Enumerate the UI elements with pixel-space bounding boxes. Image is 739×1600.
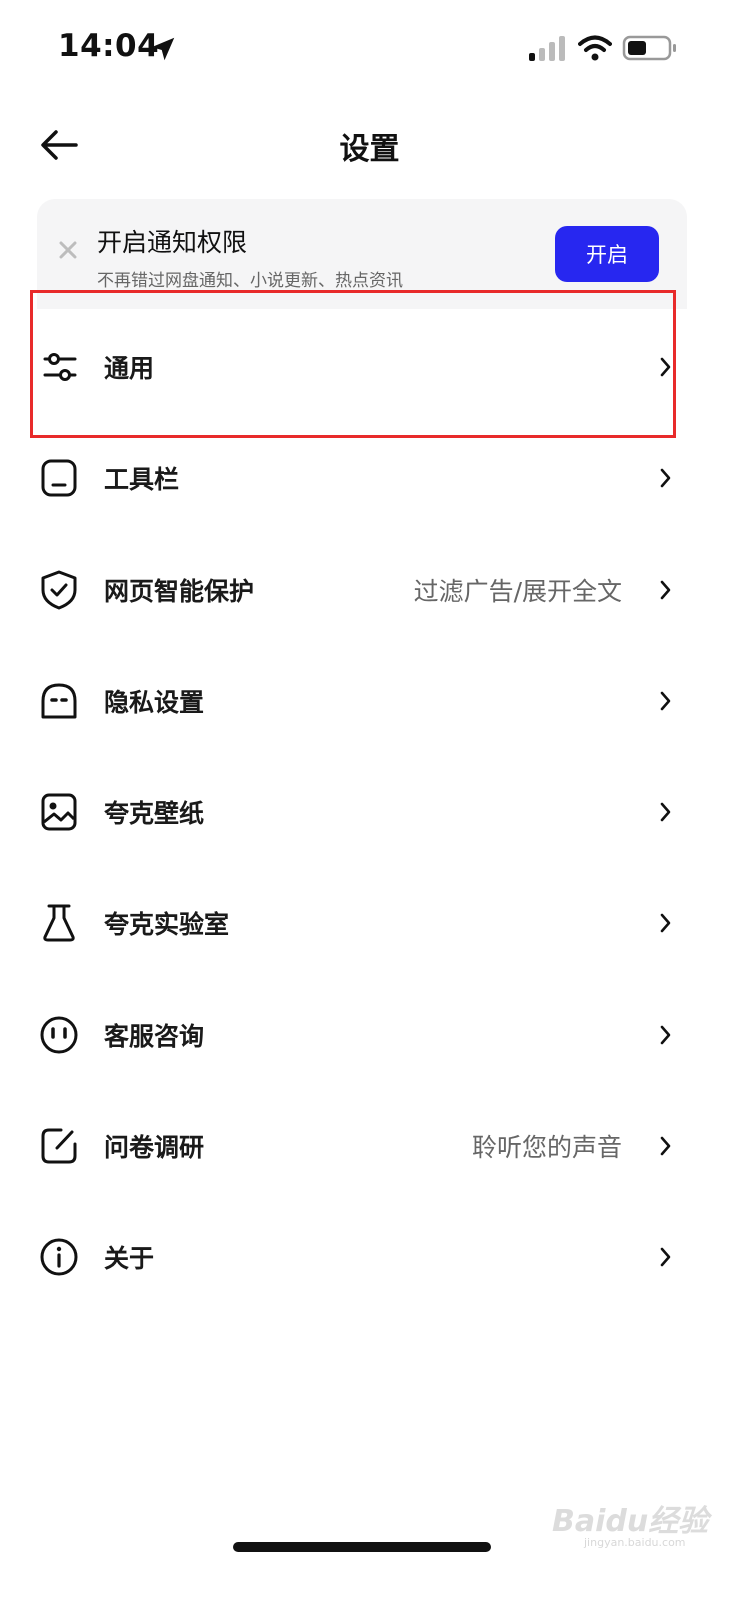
close-icon[interactable] [55,237,81,263]
navigation-bar: 设置 [0,110,739,180]
settings-item-wallpaper[interactable]: 夸克壁纸 [0,756,739,867]
chevron-right-icon [660,468,671,488]
settings-item-value: 过滤广告/展开全文 [413,576,622,606]
settings-item-about[interactable]: 关于 [0,1201,739,1312]
banner-subtitle: 不再错过网盘通知、小说更新、热点资讯 [97,271,403,291]
service-face-icon [40,1016,78,1054]
edit-icon [41,1128,77,1164]
settings-list: 通用 工具栏 网页智能保护 过滤广告/展开全文 隐私设置 夸克壁纸 夸克实验室 … [0,311,739,1313]
settings-item-label: 问卷调研 [104,1133,205,1163]
chevron-right-icon [660,1025,671,1045]
settings-item-label: 夸克实验室 [104,910,230,940]
chevron-right-icon [660,914,671,933]
chevron-right-icon [660,1248,671,1267]
privacy-mask-icon [41,683,77,719]
home-indicator[interactable] [233,1542,491,1552]
status-time: 14:04 [58,28,160,64]
chevron-right-icon [660,1136,671,1156]
battery-icon [622,35,676,61]
status-bar: 14:04 [0,0,739,100]
settings-item-customer-service[interactable]: 客服咨询 [0,979,739,1090]
cellular-signal-icon [529,36,565,61]
shield-check-icon [41,570,77,610]
chevron-right-icon [660,691,671,711]
chevron-right-icon [660,802,671,822]
settings-item-label: 隐私设置 [104,687,205,717]
settings-item-privacy[interactable]: 隐私设置 [0,645,739,756]
settings-item-label: 客服咨询 [104,1021,205,1051]
watermark-url: jingyan.baidu.com [584,1536,686,1549]
toolbar-icon [41,459,77,497]
wifi-icon [578,35,612,61]
enable-notifications-button[interactable]: 开启 [555,226,659,282]
settings-item-value: 聆听您的声音 [471,1133,622,1163]
settings-item-survey[interactable]: 问卷调研 聆听您的声音 [0,1090,739,1201]
flask-icon [43,904,75,942]
banner-title: 开启通知权限 [97,228,248,257]
image-icon [41,793,77,831]
chevron-right-icon [660,580,671,599]
settings-item-label: 关于 [104,1244,155,1274]
location-arrow-icon [151,37,175,61]
page-title: 设置 [339,132,400,167]
settings-item-label: 夸克壁纸 [104,799,205,829]
highlight-annotation-box [30,290,676,438]
settings-item-web-protection[interactable]: 网页智能保护 过滤广告/展开全文 [0,534,739,645]
settings-item-label: 网页智能保护 [104,576,255,606]
info-icon [40,1238,78,1276]
watermark: Baidu经验 [552,1504,709,1539]
settings-item-label: 工具栏 [104,465,180,495]
settings-item-lab[interactable]: 夸克实验室 [0,867,739,978]
settings-item-toolbar[interactable]: 工具栏 [0,422,739,533]
